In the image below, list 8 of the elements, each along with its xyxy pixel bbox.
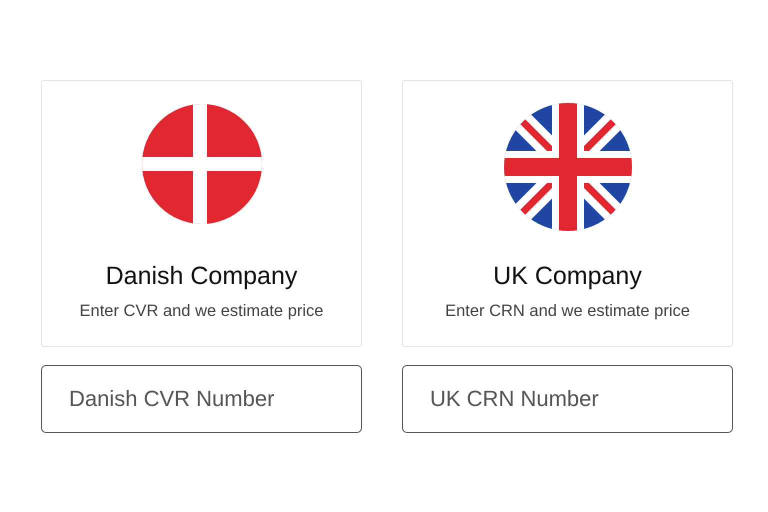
card-subtitle: Enter CVR and we estimate price	[80, 301, 324, 322]
card-subtitle: Enter CRN and we estimate price	[445, 301, 690, 322]
option-card[interactable]: UK Company Enter CRN and we estimate price	[402, 80, 733, 347]
card-title: UK Company	[493, 261, 642, 291]
input-field[interactable]: UK CRN Number	[402, 365, 733, 433]
option-card[interactable]: Danish Company Enter CVR and we estimate price	[41, 80, 362, 347]
card-title: Danish Company	[106, 261, 298, 291]
input-field[interactable]: Danish CVR Number	[41, 365, 362, 433]
